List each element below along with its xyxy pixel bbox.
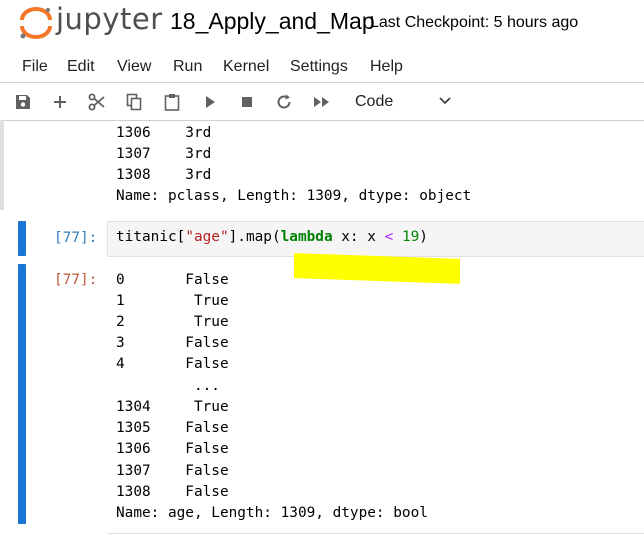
notebook-title[interactable]: 18_Apply_and_Map: [170, 8, 375, 35]
output-line: Name: age, Length: 1309, dtype: bool: [116, 505, 428, 521]
active-cell-indicator: [18, 221, 26, 256]
code-line[interactable]: titanic["age"].map(lambda x: x < 19): [116, 229, 428, 245]
add-icon: [54, 96, 66, 108]
cell-left-border: [0, 120, 4, 210]
jupyter-logo-icon: [20, 7, 52, 39]
save-icon: [16, 95, 30, 109]
cut-icon: [88, 93, 105, 111]
run-icon: [206, 96, 215, 108]
output-line: 1308 False: [116, 484, 229, 500]
output-line: 1305 False: [116, 420, 229, 436]
cell-type-select[interactable]: Code: [355, 93, 393, 111]
input-prompt: [77]:: [54, 230, 98, 246]
cut-button[interactable]: [86, 91, 108, 113]
chevron-down-icon[interactable]: [438, 95, 452, 107]
menu-kernel[interactable]: Kernel: [223, 58, 269, 76]
paste-icon: [164, 94, 180, 111]
save-button[interactable]: [12, 91, 34, 113]
menu-settings[interactable]: Settings: [290, 58, 348, 76]
stop-button[interactable]: [236, 91, 258, 113]
toolbar: Code: [0, 84, 644, 121]
menu-file[interactable]: File: [22, 58, 48, 76]
menu-run[interactable]: Run: [173, 58, 202, 76]
output-line: 1307 False: [116, 463, 229, 479]
output-line: Name: pclass, Length: 1309, dtype: objec…: [116, 188, 472, 204]
copy-button[interactable]: [123, 91, 145, 113]
notebook-header: jupyter 18_Apply_and_Map Last Checkpoint…: [0, 0, 644, 46]
output-line: 1306 3rd: [116, 125, 212, 141]
output-line: 1308 3rd: [116, 167, 212, 183]
add-cell-button[interactable]: [49, 91, 71, 113]
restart-button[interactable]: [273, 91, 295, 113]
run-button[interactable]: [199, 91, 221, 113]
jupyter-logo-text: jupyter: [56, 2, 163, 36]
copy-icon: [126, 93, 142, 111]
output-cell-indicator: [18, 264, 26, 524]
menu-help[interactable]: Help: [370, 58, 403, 76]
paste-button[interactable]: [161, 91, 183, 113]
output-line: 0 False: [116, 272, 229, 288]
output-line: 1307 3rd: [116, 146, 212, 162]
output-line: 1 True: [116, 293, 229, 309]
checkpoint-status: Last Checkpoint: 5 hours ago: [370, 14, 579, 31]
menu-edit[interactable]: Edit: [67, 58, 95, 76]
fast-forward-icon: [314, 97, 329, 107]
output-line: 1306 False: [116, 441, 229, 457]
output-line: 2 True: [116, 314, 229, 330]
output-prompt: [77]:: [54, 272, 98, 288]
stop-icon: [242, 97, 252, 107]
menu-bar: File Edit View Run Kernel Settings Help: [0, 52, 644, 83]
output-line: ...: [116, 378, 220, 394]
cell-divider: [107, 533, 644, 534]
highlight-annotation: [294, 253, 460, 284]
output-line: 4 False: [116, 356, 229, 372]
output-line: 3 False: [116, 335, 229, 351]
run-all-button[interactable]: [311, 91, 333, 113]
output-line: 1304 True: [116, 399, 229, 415]
menu-view[interactable]: View: [117, 58, 151, 76]
restart-icon: [277, 94, 291, 109]
